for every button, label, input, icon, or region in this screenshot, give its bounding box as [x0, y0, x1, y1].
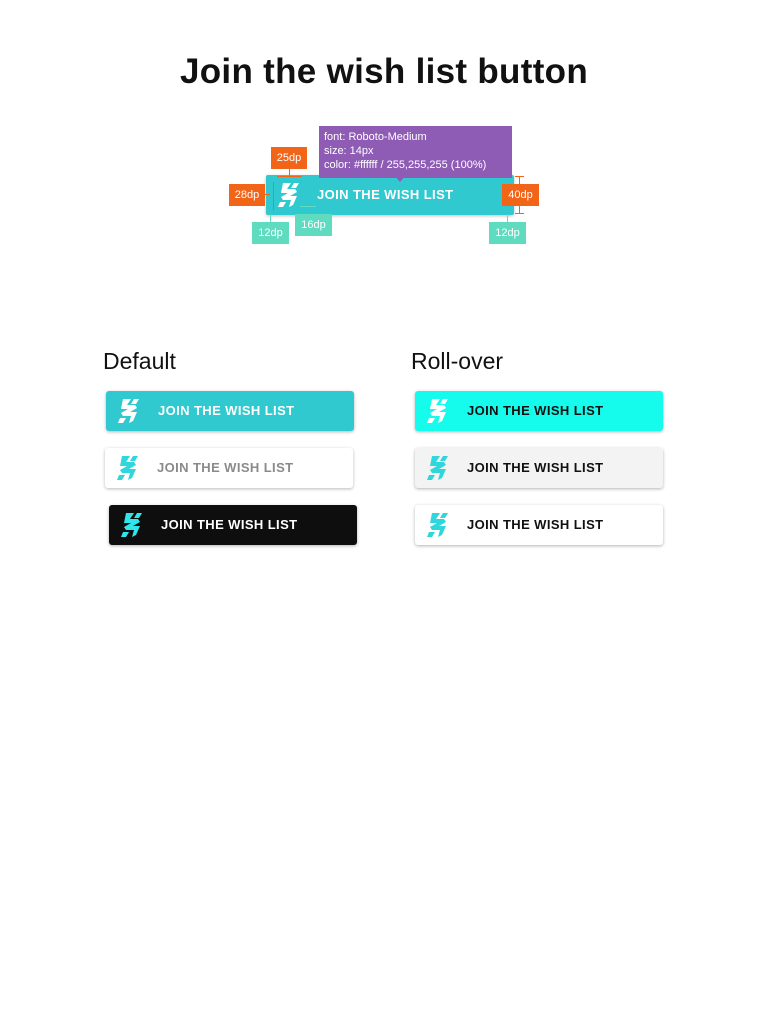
- tooltip-font-line: font: Roboto-Medium: [324, 131, 427, 143]
- brand-s-icon: [120, 511, 144, 539]
- brand-s-icon: [426, 511, 450, 539]
- button-label: JOIN THE WISH LIST: [161, 517, 298, 532]
- icon-gap-tag: 16dp: [295, 214, 332, 236]
- icon-height-tag: 25dp: [271, 147, 307, 169]
- join-wishlist-button-default-black[interactable]: JOIN THE WISH LIST: [109, 505, 357, 545]
- measure-guide: [515, 176, 524, 177]
- measure-guide: [277, 176, 302, 177]
- spec-join-wishlist-button: JOIN THE WISH LIST: [266, 175, 514, 215]
- measure-guide: [507, 214, 508, 222]
- join-wishlist-button-default-white[interactable]: JOIN THE WISH LIST: [105, 448, 353, 488]
- brand-s-icon: [426, 397, 450, 425]
- brand-s-icon: [277, 181, 301, 209]
- button-label: JOIN THE WISH LIST: [467, 403, 604, 418]
- button-height-tag: 40dp: [502, 184, 539, 206]
- font-spec-tooltip: font: Roboto-Medium size: 14px color: #f…: [319, 126, 512, 178]
- button-label: JOIN THE WISH LIST: [467, 517, 604, 532]
- brand-s-icon: [426, 454, 450, 482]
- measure-guide: [273, 182, 274, 210]
- tooltip-color-line: color: #ffffff / 255,255,255 (100%): [324, 159, 487, 171]
- left-offset-tag: 28dp: [229, 184, 265, 206]
- tooltip-arrow-icon: [395, 176, 405, 182]
- button-spec-diagram: JOIN THE WISH LIST font: Roboto-Medium s…: [0, 0, 768, 260]
- button-label: JOIN THE WISH LIST: [467, 460, 604, 475]
- brand-s-icon: [117, 397, 141, 425]
- default-section-title: Default: [103, 348, 176, 374]
- join-wishlist-button-rollover-white[interactable]: JOIN THE WISH LIST: [415, 505, 663, 545]
- rollover-section-title: Roll-over: [411, 348, 504, 374]
- brand-s-icon: [116, 454, 140, 482]
- spec-button-label: JOIN THE WISH LIST: [317, 187, 454, 202]
- join-wishlist-button-default-cyan[interactable]: JOIN THE WISH LIST: [106, 391, 354, 431]
- button-label: JOIN THE WISH LIST: [158, 403, 295, 418]
- measure-guide: [515, 213, 524, 214]
- left-padding-tag: 12dp: [252, 222, 289, 244]
- tooltip-size-line: size: 14px: [324, 145, 374, 157]
- right-padding-tag: 12dp: [489, 222, 526, 244]
- join-wishlist-button-rollover-cyan[interactable]: JOIN THE WISH LIST: [415, 391, 663, 431]
- join-wishlist-button-rollover-grey[interactable]: JOIN THE WISH LIST: [415, 448, 663, 488]
- measure-guide: [300, 206, 316, 207]
- measure-guide: [270, 214, 271, 222]
- button-label: JOIN THE WISH LIST: [157, 460, 294, 475]
